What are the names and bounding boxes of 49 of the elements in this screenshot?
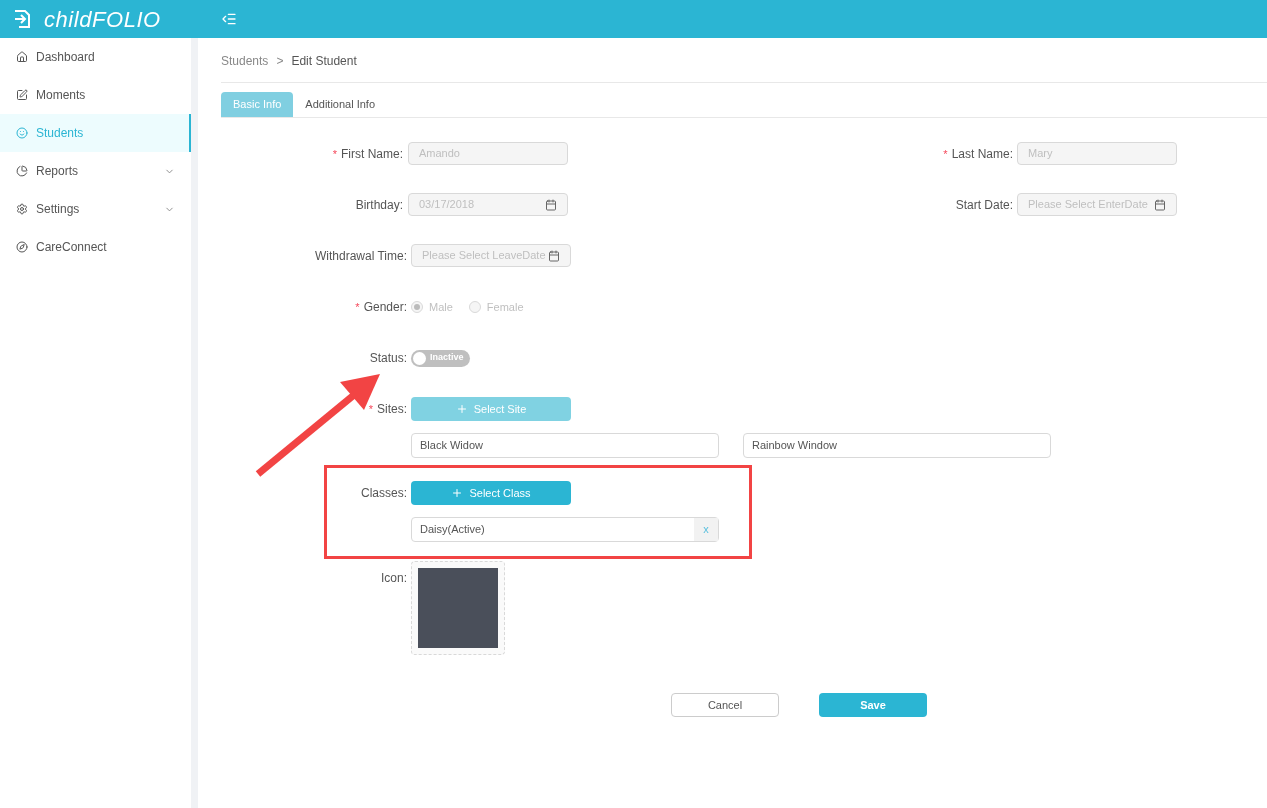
menu-item-icon [16,51,28,63]
sidebar-item[interactable]: Moments [0,76,191,114]
menu-icon[interactable] [221,11,237,27]
radio-label: Female [486,299,524,315]
menu-item-icon [16,127,28,139]
field-label: Classes: [361,485,407,502]
field-label: Icon: [381,570,407,587]
plus-icon [455,403,468,415]
sidebar-item[interactable]: Dashboard [0,38,191,76]
breadcrumb-current: Edit Student [291,52,357,70]
required-mark: * [355,299,360,315]
breadcrumb-link[interactable]: Students [221,51,269,70]
breadcrumb-separator: > [276,52,284,70]
menu-item-icon [16,203,28,215]
status-toggle[interactable]: Inactive [411,349,470,367]
field-label: Last Name: [951,146,1013,163]
required-mark: * [943,146,948,162]
tab[interactable]: Additional Info [293,92,388,117]
sidebar-item[interactable]: Reports [0,152,191,190]
field-label: Sites: [377,401,407,418]
menu-item-icon [16,241,28,253]
logo-text: childFOLIO [44,5,161,34]
upload-box[interactable] [411,561,505,655]
calendar-icon [548,249,560,262]
sidebar-item[interactable]: Students [0,114,191,152]
remove-button[interactable]: x [694,518,718,541]
menu-item-icon [16,165,28,177]
field-label: Gender: [363,299,407,316]
field-label: Withdrawal Time: [314,248,407,265]
sidebar-item[interactable]: CareConnect [0,228,191,266]
required-mark: * [332,146,337,162]
cancel-button[interactable]: Cancel [671,693,779,717]
radio-label: Male [429,299,453,315]
calendar-icon [545,198,557,211]
plus-icon [451,487,464,499]
field-label: First Name: [341,146,403,163]
site-tag: Rainbow Window [743,433,1051,458]
field-label: Start Date: [955,197,1013,214]
sidebar-item[interactable]: Settings [0,190,191,228]
class-tag-label: Daisy(Active) [419,522,486,538]
site-tag: Black Widow [411,433,719,458]
required-mark: * [368,401,373,417]
save-button[interactable]: Save [819,693,927,717]
select-class-button[interactable]: Select Class [411,481,571,505]
calendar-icon [1154,198,1166,211]
menu-item-icon [16,89,28,101]
field-label: Status: [369,350,407,367]
tab[interactable]: Basic Info [221,92,294,117]
field-label: Birthday: [355,197,403,214]
